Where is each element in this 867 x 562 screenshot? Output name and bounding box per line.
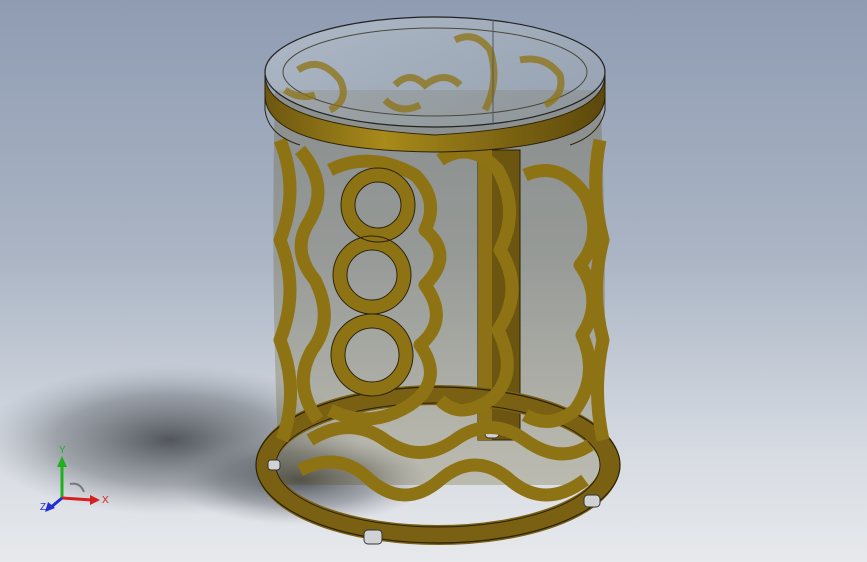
side-table-model[interactable] [255,16,621,545]
x-axis-line [61,496,93,502]
x-axis-arrow [90,495,100,505]
x-axis-label: X [102,495,109,506]
z-axis-label: Z [40,502,46,513]
y-axis-arrow [57,456,67,467]
reference-triad[interactable]: Y X Z [40,442,120,514]
y-axis-label: Y [59,445,66,456]
rotation-arc [69,482,85,493]
3d-viewport[interactable]: Y X Z [0,0,867,562]
model-canvas[interactable] [0,0,867,562]
